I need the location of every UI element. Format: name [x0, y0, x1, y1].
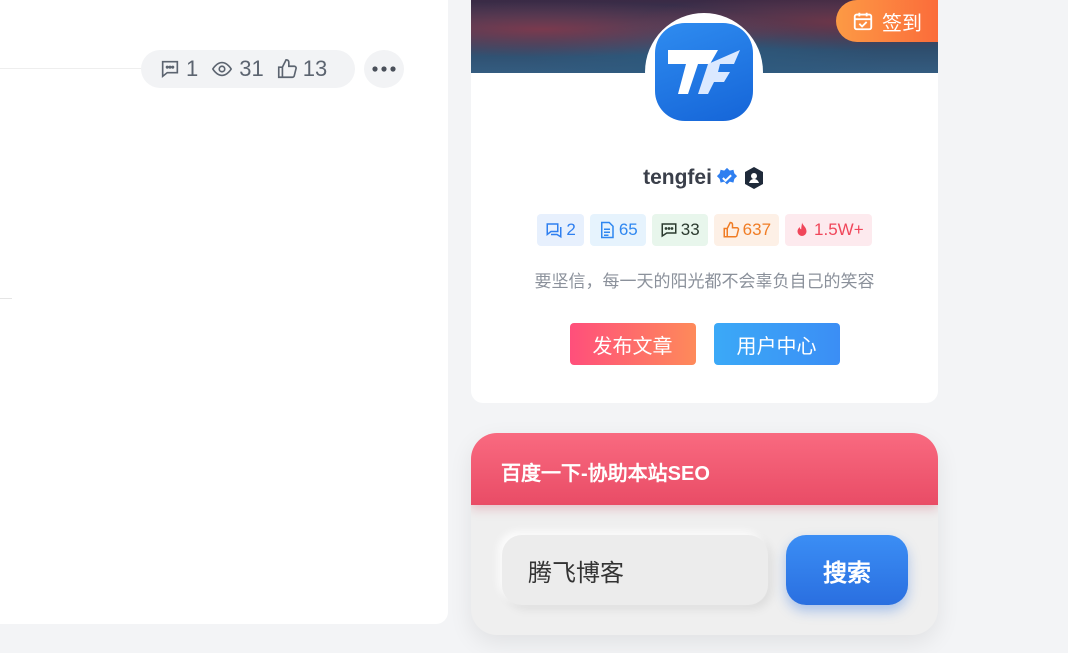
view-count-value: 31 — [239, 56, 264, 81]
site-logo-icon — [668, 50, 740, 94]
divider — [0, 68, 150, 69]
sign-in-label: 签到 — [882, 12, 922, 35]
username[interactable]: tengfei — [643, 166, 712, 190]
user-bio: 要坚信，每一天的阳光都不会辜负自己的笑容 — [534, 272, 875, 291]
comment-icon — [161, 60, 179, 79]
fire-icon — [797, 222, 807, 236]
sign-in-button[interactable]: 签到 — [836, 0, 938, 42]
like-count-value: 13 — [302, 56, 328, 81]
document-icon — [600, 221, 614, 239]
eye-icon — [212, 61, 233, 77]
stat-comments-received[interactable]: 2 — [537, 214, 584, 246]
more-options-button[interactable] — [364, 50, 404, 88]
search-input[interactable]: 腾飞博客 — [502, 535, 768, 605]
comment-icon — [661, 223, 677, 238]
thumbs-up-icon — [277, 59, 297, 79]
stat-articles[interactable]: 65 — [589, 214, 646, 246]
like-count[interactable]: 13 — [276, 56, 327, 82]
comment-count-value: 1 — [186, 56, 199, 81]
search-button[interactable]: 搜索 — [786, 535, 908, 605]
publish-article-button[interactable]: 发布文章 — [569, 323, 696, 365]
view-count: 31 — [210, 56, 264, 82]
stat-comments-posted[interactable]: 33 — [651, 214, 708, 246]
user-shield-icon — [744, 167, 763, 189]
widget-header: 百度一下-协助本站SEO — [471, 433, 938, 505]
profile-card: 签到 tengfei 2 65 33 637 1.5W+ 要坚信，每一天的阳光都… — [471, 0, 938, 403]
more-dots-icon — [372, 66, 396, 72]
user-center-button[interactable]: 用户中心 — [713, 323, 840, 365]
post-meta-bar: 1 31 13 — [141, 50, 355, 88]
user-stats: 2 65 33 637 1.5W+ — [471, 214, 938, 246]
comment-count[interactable]: 1 — [159, 56, 198, 82]
stat-popularity[interactable]: 1.5W+ — [785, 214, 872, 246]
verified-badge-icon — [716, 167, 738, 185]
username-row: tengfei — [471, 166, 938, 190]
divider — [0, 298, 12, 299]
avatar[interactable] — [645, 13, 763, 131]
profile-actions: 发布文章 用户中心 — [471, 323, 938, 365]
calendar-check-icon — [853, 12, 873, 31]
comments-icon — [546, 223, 562, 239]
stat-likes[interactable]: 637 — [713, 214, 780, 246]
post-card: 1 31 13 — [0, 0, 448, 624]
seo-search-widget: 百度一下-协助本站SEO 腾飞博客 搜索 — [471, 433, 938, 635]
thumbs-up-icon — [723, 221, 739, 238]
widget-title: 百度一下-协助本站SEO — [501, 463, 710, 485]
avatar-logo — [655, 23, 753, 121]
